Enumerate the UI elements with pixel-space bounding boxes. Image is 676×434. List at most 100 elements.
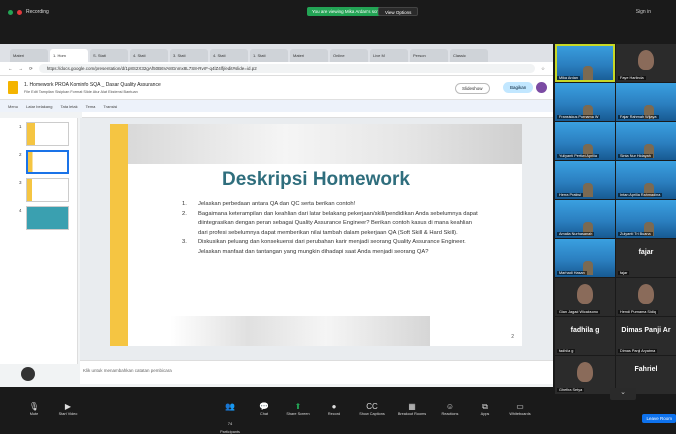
breakout-rooms-button[interactable]: ▦ Breakout Rooms bbox=[392, 402, 432, 416]
participant-tile[interactable]: Yuliyanti Pertiwi Aprilia bbox=[555, 122, 615, 160]
avatar bbox=[21, 367, 35, 381]
list-item: 3. Diskusikan peluang dan konsekuensi dar… bbox=[182, 239, 466, 255]
button-label: Whiteboards bbox=[509, 412, 531, 416]
participant-display-name: Dimas Panji Ar bbox=[621, 327, 671, 334]
browser-tab[interactable]: Person bbox=[410, 49, 448, 62]
participant-tile[interactable]: Marhadi Hasan bbox=[555, 239, 615, 277]
participant-display-name: fajar bbox=[638, 249, 654, 256]
button-label: Reactions bbox=[441, 412, 459, 416]
participant-face bbox=[577, 362, 593, 382]
record-icon: ● bbox=[331, 402, 337, 411]
record-button[interactable]: ● Record bbox=[314, 402, 354, 416]
star-icon[interactable]: ☆ bbox=[541, 66, 545, 72]
list-item: 2. Bagaimana keterampilan dan keahlian da… bbox=[182, 210, 478, 236]
whiteboards-icon: ▭ bbox=[516, 402, 524, 411]
toolbar-item[interactable]: Menu bbox=[8, 104, 18, 109]
participant-tile[interactable]: Fajar Rahmah Wijaya bbox=[616, 83, 676, 121]
browser-tab[interactable]: Online bbox=[330, 49, 368, 62]
apps-button[interactable]: ⧉ Apps bbox=[465, 402, 505, 416]
share-button[interactable]: Bagikan bbox=[503, 82, 534, 93]
participant-face bbox=[638, 284, 654, 304]
slide[interactable]: Deskripsi Homework 1. Jelaskan perbedaan … bbox=[110, 124, 522, 346]
slide-thumbnail[interactable] bbox=[26, 122, 69, 146]
participant-tile[interactable]: Ghefira Setya bbox=[555, 356, 615, 394]
browser-tab[interactable]: Live M bbox=[370, 49, 408, 62]
forward-icon[interactable]: → bbox=[19, 66, 24, 71]
browser-tab[interactable]: 4. Stati bbox=[130, 49, 168, 62]
start-video-button[interactable]: ▶ Start Video bbox=[48, 402, 88, 416]
docs-menu-bar[interactable]: File Edit Tampilan Sisipkan Format Slide… bbox=[24, 90, 161, 94]
participant-count: 74 bbox=[227, 421, 233, 426]
slide-thumbnail-selected[interactable] bbox=[26, 150, 69, 174]
toolbar-item[interactable]: Transisi bbox=[103, 104, 117, 109]
reload-icon[interactable]: ⟳ bbox=[29, 66, 33, 72]
document-title[interactable]: 1. Homework PROA Kominfo SQA _ Dasar Qua… bbox=[24, 82, 161, 88]
participant-name-label: Hendi Purnama Sidiq bbox=[618, 310, 658, 314]
participant-tile[interactable]: Amalia Nurhasanah bbox=[555, 200, 615, 238]
button-label: Share Screen bbox=[286, 412, 310, 416]
participant-name-label: Intan Aprilia Rahmadina bbox=[618, 193, 663, 197]
thumb-number: 3 bbox=[19, 180, 22, 185]
participant-face bbox=[638, 50, 654, 70]
participant-tile[interactable]: Gian Jagad Wicaksono bbox=[555, 278, 615, 316]
participant-display-name: Fahriel bbox=[634, 366, 658, 373]
browser-tab-strip: Materi 1. Hom S. Stati 4. Stati 3. Stati 4. S… bbox=[0, 44, 553, 62]
url-input[interactable]: https://docs.google.com/presentation/d/1… bbox=[38, 64, 535, 73]
share-screen-button[interactable]: ⬆ Share Screen bbox=[278, 402, 318, 416]
browser-tab[interactable]: Classic bbox=[450, 49, 488, 62]
leave-room-button[interactable]: Leave Room bbox=[642, 414, 676, 423]
participant-tile[interactable]: fadhila g fadhila g bbox=[555, 317, 615, 355]
toolbar-item[interactable]: Latar belakang bbox=[26, 104, 52, 109]
browser-tab[interactable]: 1. Hom bbox=[50, 49, 88, 62]
participant-name-label: Fransiskus Purnama W bbox=[557, 115, 601, 119]
participant-tile[interactable]: Fransiskus Purnama W bbox=[555, 83, 615, 121]
participant-name-label: fadhila g bbox=[557, 349, 576, 353]
slide-thumbnail[interactable] bbox=[26, 206, 69, 230]
thumb-number: 2 bbox=[19, 152, 22, 157]
view-options-button[interactable]: View Options bbox=[378, 7, 419, 16]
chevron-down-icon[interactable]: ⌄ bbox=[610, 388, 636, 400]
show-captions-button[interactable]: CC Show Captions bbox=[352, 402, 392, 416]
toolbar-item[interactable]: Tema bbox=[86, 104, 96, 109]
browser-tab[interactable]: 1. Stati bbox=[250, 49, 288, 62]
browser-tab[interactable]: S. Stati bbox=[90, 49, 128, 62]
browser-tab[interactable]: Materi bbox=[10, 49, 48, 62]
browser-tab[interactable]: Materi bbox=[290, 49, 328, 62]
participant-tile[interactable]: Mika Ardan bbox=[555, 44, 615, 82]
participant-tile[interactable]: Dimas Panji Ar Dimas Panji Aryatma bbox=[616, 317, 676, 355]
slides-logo-icon[interactable] bbox=[8, 81, 18, 94]
browser-tab[interactable]: 4. Stati bbox=[210, 49, 248, 62]
participant-name-label: Faye Harlinda bbox=[618, 76, 646, 80]
speaker-notes-field[interactable]: Klik untuk menambahkan catatan pembicara bbox=[80, 360, 553, 384]
recording-label: Recording bbox=[26, 9, 49, 15]
slideshow-button[interactable]: Slideshow bbox=[455, 83, 490, 94]
avatar[interactable] bbox=[536, 82, 547, 93]
sign-in-link[interactable]: Sign in bbox=[636, 9, 651, 15]
reactions-icon: ☺ bbox=[445, 402, 455, 411]
participant-name-label: Ghefira Setya bbox=[557, 388, 585, 392]
apps-icon: ⧉ bbox=[482, 402, 488, 411]
slide-yellow-band bbox=[110, 124, 128, 346]
slide-photo-top bbox=[128, 124, 522, 164]
participant-tile[interactable]: Hendi Purnama Sidiq bbox=[616, 278, 676, 316]
participant-tile[interactable]: Herra Pratiwi bbox=[555, 161, 615, 199]
slide-thumbnail[interactable] bbox=[26, 178, 69, 202]
participant-name-label: Amalia Nurhasanah bbox=[557, 232, 595, 236]
breakout-rooms-icon: ▦ bbox=[408, 402, 416, 411]
list-item: 1. Jelaskan perbedaan antara QA dan QC se… bbox=[182, 201, 356, 207]
slide-photo-bottom bbox=[170, 316, 430, 346]
toolbar-item[interactable]: Tata letak bbox=[60, 104, 77, 109]
person-silhouette bbox=[583, 66, 593, 80]
participant-tile[interactable]: fajar fajar bbox=[616, 239, 676, 277]
participant-tile[interactable]: Sinta Nur Hidayah bbox=[616, 122, 676, 160]
participant-tile[interactable]: Faye Harlinda bbox=[616, 44, 676, 82]
participant-tile[interactable]: Zulyanti Tri Buana bbox=[616, 200, 676, 238]
record-dot-icon bbox=[17, 9, 22, 15]
reactions-button[interactable]: ☺ Reactions bbox=[430, 402, 470, 416]
participant-name-label: Sinta Nur Hidayah bbox=[618, 154, 653, 158]
participant-tile[interactable]: Intan Aprilia Rahmadina bbox=[616, 161, 676, 199]
docs-header: 1. Homework PROA Kominfo SQA _ Dasar Qua… bbox=[0, 76, 553, 100]
whiteboards-button[interactable]: ▭ Whiteboards bbox=[500, 402, 540, 416]
browser-tab[interactable]: 3. Stati bbox=[170, 49, 208, 62]
back-icon[interactable]: ← bbox=[8, 66, 13, 71]
